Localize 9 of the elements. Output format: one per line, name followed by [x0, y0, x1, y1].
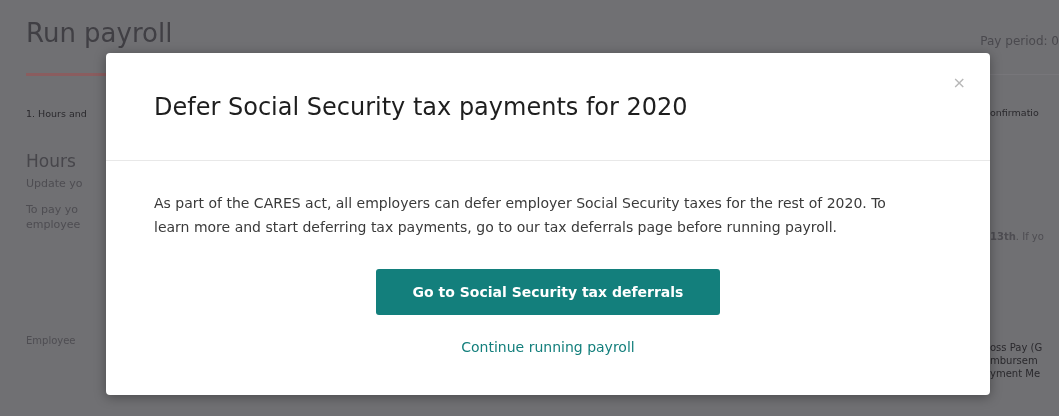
column-header: mbursem	[990, 355, 1039, 366]
dialog-message: As part of the CARES act, all employers can defer employer Social Security taxes for the rest of 2020. To learn more and start deferring tax payments, go to our tax deferrals page before running payroll.	[154, 194, 887, 237]
deferrals-button[interactable]: Go to Social Security tax deferrals	[376, 269, 720, 315]
column-header: oss Pay (G	[990, 342, 1044, 353]
dialog-title: Defer Social Security tax payments for 2020	[154, 92, 688, 121]
continue-link[interactable]: Continue running payroll	[461, 339, 635, 355]
step-label: onfirmatio	[990, 107, 1040, 118]
column-header: yment Me	[990, 368, 1042, 379]
step-label: 1. Hours and	[26, 108, 88, 119]
